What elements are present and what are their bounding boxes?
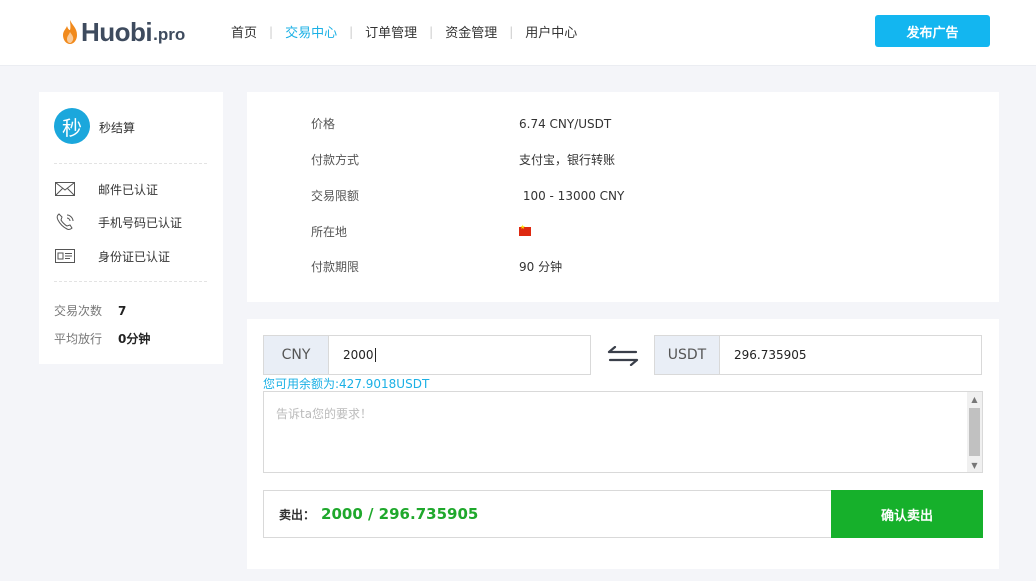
message-textarea[interactable]: 告诉ta您的要求！ ▲ ▼ (263, 391, 983, 473)
stat-label: 交易次数 (54, 304, 103, 318)
sell-summary: 卖出： 2000 / 296.735905 (264, 491, 831, 537)
ad-info-panel: 价格 6.74 CNY/USDT 付款方式 支付宝，银行转账 交易限额 100 … (247, 92, 999, 302)
stat-trade-count: 交易次数 7 (54, 302, 126, 319)
textarea-scrollbar[interactable]: ▲ ▼ (967, 392, 982, 472)
available-balance: 您可用余额为:427.9018USDT (263, 377, 430, 391)
verify-email-row: 邮件已认证 (54, 180, 158, 198)
divider (54, 163, 207, 164)
sell-summary-bar: 卖出： 2000 / 296.735905 确认卖出 (263, 490, 983, 538)
nav-separator: | (349, 24, 354, 39)
verify-id-row: 身份证已认证 (54, 247, 170, 265)
trade-panel: CNY 2000 USDT 296.735905 您可用余额为:427.9018… (247, 319, 999, 569)
message-placeholder: 告诉ta您的要求！ (276, 407, 373, 421)
nav-trade-center[interactable]: 交易中心 (285, 22, 337, 41)
info-row-deadline: 付款期限 90 分钟 (311, 258, 562, 275)
divider (54, 281, 207, 282)
stat-release-time: 平均放行 0分钟 (54, 330, 150, 347)
info-row-limit: 交易限额 100 - 13000 CNY (311, 187, 624, 204)
phone-icon (54, 213, 76, 231)
usdt-unit-label: USDT (655, 336, 720, 374)
stat-label: 平均放行 (54, 332, 103, 346)
usdt-input[interactable]: 296.735905 (720, 336, 981, 374)
merchant-card: 秒 秒结算 邮件已认证 手机号码已认证 身份证已认证 交易次数 7 平均放行 0… (39, 92, 223, 364)
info-row-price: 价格 6.74 CNY/USDT (311, 115, 611, 132)
cny-amount-field: CNY 2000 (263, 335, 591, 375)
stat-value: 0分钟 (118, 332, 151, 346)
scroll-down-icon[interactable]: ▼ (967, 458, 982, 472)
info-row-payment: 付款方式 支付宝，银行转账 (311, 151, 615, 168)
confirm-sell-button[interactable]: 确认卖出 (831, 490, 983, 538)
sell-amount: 2000 / 296.735905 (321, 505, 479, 523)
verify-phone-row: 手机号码已认证 (54, 213, 182, 231)
info-row-location: 所在地 (311, 223, 531, 240)
info-label: 所在地 (311, 225, 348, 239)
scroll-thumb[interactable] (969, 408, 980, 456)
nav-home[interactable]: 首页 (231, 22, 257, 41)
logo-suffix: .pro (153, 25, 186, 44)
flame-icon (63, 20, 77, 44)
merchant-name[interactable]: 秒结算 (99, 119, 135, 136)
mail-icon (54, 180, 76, 198)
info-value: 支付宝，银行转账 (519, 153, 616, 167)
nav-separator: | (509, 24, 514, 39)
text-caret (374, 348, 376, 362)
cny-input-value: 2000 (343, 348, 374, 362)
info-label: 交易限额 (311, 189, 360, 203)
china-flag-icon (519, 224, 531, 236)
publish-ad-button[interactable]: 发布广告 (875, 15, 990, 47)
scroll-up-icon[interactable]: ▲ (967, 392, 982, 406)
huobi-logo[interactable]: Huobi .pro (62, 17, 185, 47)
info-value: 90 分钟 (519, 260, 563, 274)
nav-user-center[interactable]: 用户中心 (525, 22, 577, 41)
verify-email-label: 邮件已认证 (98, 182, 159, 197)
info-value: 6.74 CNY/USDT (519, 116, 612, 131)
main-nav: 首页 | 交易中心 | 订单管理 | 资金管理 | 用户中心 (231, 22, 577, 42)
info-label: 价格 (311, 117, 336, 131)
logo-text: Huobi (81, 16, 153, 47)
top-header: Huobi .pro 首页 | 交易中心 | 订单管理 | 资金管理 | 用户中… (0, 0, 1036, 66)
sell-label: 卖出： (279, 507, 316, 522)
id-card-icon (54, 247, 76, 265)
info-label: 付款方式 (311, 153, 360, 167)
stat-value: 7 (118, 303, 127, 318)
verify-id-label: 身份证已认证 (98, 249, 171, 264)
info-value: 100 - 13000 CNY (519, 188, 625, 203)
nav-separator: | (269, 24, 274, 39)
swap-arrows-icon[interactable] (607, 346, 639, 366)
usdt-amount-field: USDT 296.735905 (654, 335, 982, 375)
cny-unit-label: CNY (264, 336, 329, 374)
nav-separator: | (429, 24, 434, 39)
nav-orders[interactable]: 订单管理 (365, 22, 417, 41)
nav-funds[interactable]: 资金管理 (445, 22, 497, 41)
cny-input[interactable]: 2000 (329, 336, 590, 374)
info-label: 付款期限 (311, 260, 360, 274)
verify-phone-label: 手机号码已认证 (98, 215, 183, 230)
avatar: 秒 (54, 108, 90, 144)
